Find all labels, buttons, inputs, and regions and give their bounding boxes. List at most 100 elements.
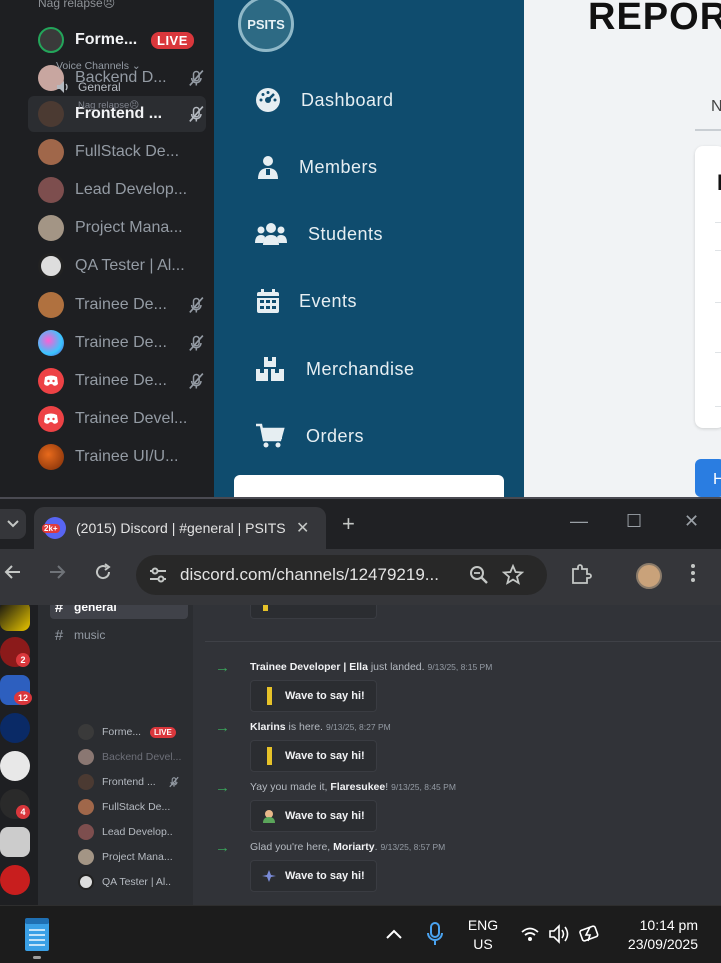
site-settings-icon[interactable]: [148, 565, 168, 585]
wave-button[interactable]: Wave to say hi!: [250, 740, 377, 772]
system-clock[interactable]: 10:14 pm 23/09/2025: [608, 916, 698, 954]
discord-logo-icon: [44, 375, 58, 386]
nav-members[interactable]: Members: [255, 154, 378, 180]
browser-tab[interactable]: 2k+ (2015) Discord | #general | PSITS ✕: [34, 507, 326, 549]
battery-charging-icon[interactable]: [579, 924, 601, 949]
live-badge: LIVE: [151, 31, 194, 49]
voice-member-row[interactable]: Frontend ...: [78, 772, 188, 792]
voice-member-row[interactable]: FullStack De...: [78, 797, 188, 817]
voice-channels-header[interactable]: Voice Channels ⌄: [56, 60, 141, 72]
voice-member-list: Nag relapse😣 Forme... LIVE Backend D... …: [0, 0, 214, 497]
input-language[interactable]: ENG US: [466, 916, 500, 954]
voice-user-name: FullStack De...: [75, 143, 180, 160]
avatar: [38, 368, 64, 394]
notepad-app-icon[interactable]: [22, 918, 52, 952]
join-arrow-icon: →: [215, 839, 230, 856]
report-action-button[interactable]: H: [695, 459, 721, 497]
server-list: 2 12 4: [0, 605, 38, 905]
nav-dashboard[interactable]: Dashboard: [255, 87, 394, 113]
username[interactable]: Moriarty: [333, 841, 374, 853]
show-hidden-icons-chevron-icon[interactable]: [386, 926, 402, 944]
voice-user-row[interactable]: FullStack De...: [28, 134, 206, 170]
voice-user-row[interactable]: QA Tester | Al...: [28, 248, 206, 284]
username[interactable]: Klarins: [250, 721, 286, 733]
card-heading: I: [717, 170, 721, 195]
minimize-icon[interactable]: —: [570, 511, 588, 532]
volume-icon[interactable]: [549, 924, 571, 949]
voice-user-row[interactable]: Trainee Devel...: [28, 401, 206, 437]
profile-avatar[interactable]: [636, 563, 662, 589]
hash-icon: #: [54, 626, 64, 644]
wave-button[interactable]: Wave to say hi!: [250, 680, 377, 712]
nav-events[interactable]: Events: [255, 288, 357, 314]
avatar: [78, 749, 94, 765]
members-icon: [258, 156, 278, 179]
tab-search-button[interactable]: [0, 509, 26, 539]
wave-button[interactable]: Wave to say hi!: [250, 860, 377, 892]
bookmark-star-icon[interactable]: [502, 564, 524, 586]
back-icon[interactable]: [4, 563, 22, 587]
server-icon[interactable]: [0, 713, 30, 743]
voice-user-row[interactable]: Trainee De...: [28, 325, 206, 361]
username[interactable]: Trainee Developer | Ella: [250, 661, 368, 673]
divider: [715, 222, 721, 223]
nav-students[interactable]: Students: [255, 221, 383, 247]
server-icon[interactable]: [0, 605, 30, 631]
extensions-icon[interactable]: [570, 563, 592, 591]
voice-member-row[interactable]: Forme... LIVE: [78, 722, 188, 742]
microphone-icon[interactable]: [427, 922, 443, 951]
voice-user-row[interactable]: Trainee UI/U...: [28, 439, 206, 475]
zoom-icon[interactable]: [468, 564, 490, 586]
close-tab-icon[interactable]: ✕: [296, 518, 309, 538]
wave-button-partial[interactable]: [250, 605, 377, 619]
voice-member-name: Frontend ...: [102, 776, 156, 788]
nav-label: Students: [308, 223, 384, 244]
mic-muted-icon: [189, 372, 204, 390]
channel-general[interactable]: # general: [50, 605, 188, 619]
report-tab[interactable]: N: [711, 98, 721, 116]
join-arrow-icon: →: [215, 719, 230, 736]
wave-button[interactable]: Wave to say hi!: [250, 800, 377, 832]
channel-music[interactable]: # music: [50, 623, 188, 647]
merchandise-icon: [256, 357, 284, 381]
dashboard-icon: [256, 88, 280, 112]
calendar-icon: [257, 289, 279, 313]
notification-badge: 12: [14, 691, 32, 705]
voice-user-row[interactable]: Trainee De...: [28, 363, 206, 399]
close-window-icon[interactable]: ✕: [684, 511, 699, 532]
address-bar[interactable]: discord.com/channels/12479219...: [136, 555, 547, 595]
server-icon[interactable]: [0, 865, 30, 895]
voice-member-row[interactable]: Lead Develop...: [78, 822, 188, 842]
maximize-icon[interactable]: ☐: [626, 511, 642, 532]
reload-icon[interactable]: [94, 563, 112, 587]
message-line: Klarins is here. 9/13/25, 8:27 PM: [250, 721, 391, 733]
server-icon[interactable]: [0, 827, 30, 857]
voice-member-row[interactable]: Backend Devel...: [78, 747, 188, 767]
wifi-icon[interactable]: [521, 926, 539, 947]
voice-member-row[interactable]: QA Tester | Al...: [78, 872, 188, 892]
voice-user-name: Trainee Devel...: [75, 410, 188, 427]
message-line: Yay you made it, Flaresukee! 9/13/25, 8:4…: [250, 781, 456, 793]
voice-user-row[interactable]: Trainee De...: [28, 287, 206, 323]
tab-title: (2015) Discord | #general | PSITS: [76, 520, 286, 536]
username[interactable]: Flaresukee: [330, 781, 385, 793]
voice-member-row[interactable]: Project Mana...: [78, 847, 188, 867]
voice-user-row[interactable]: Project Mana...: [28, 210, 206, 246]
voice-status-label: Nag relapse😣: [78, 100, 140, 111]
server-icon[interactable]: [0, 751, 30, 781]
voice-user-row[interactable]: Lead Develop...: [28, 172, 206, 208]
new-tab-button[interactable]: +: [342, 511, 355, 537]
mic-muted-icon: [189, 296, 204, 314]
voice-user-name: Lead Develop...: [75, 181, 187, 198]
voice-user-row[interactable]: Forme... LIVE: [28, 22, 206, 58]
nav-label: Orders: [306, 425, 365, 446]
forward-icon[interactable]: [48, 563, 66, 587]
nav-merchandise[interactable]: Merchandise: [255, 356, 415, 382]
menu-kebab-icon[interactable]: [686, 563, 700, 589]
tab-badge: 2k+: [42, 524, 60, 533]
mic-muted-icon: [169, 776, 179, 788]
avatar: [78, 849, 94, 865]
active-nav-card[interactable]: [234, 475, 504, 497]
voice-channel-general[interactable]: General: [56, 80, 121, 94]
nav-orders[interactable]: Orders: [255, 423, 364, 449]
